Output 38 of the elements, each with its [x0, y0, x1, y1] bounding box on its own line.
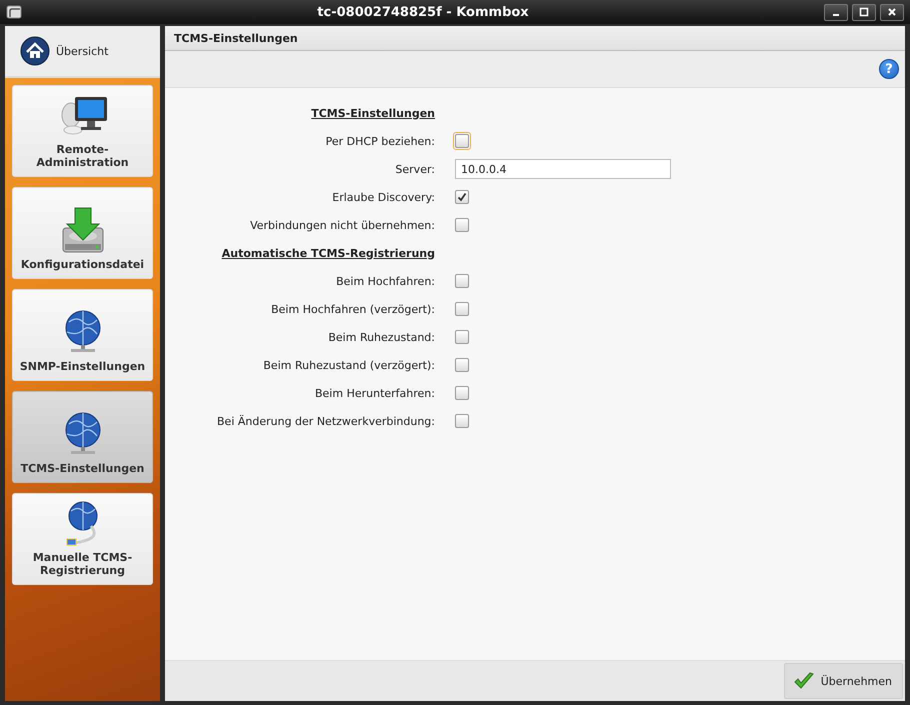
field-label: Verbindungen nicht übernehmen: — [249, 218, 435, 232]
apply-button[interactable]: Übernehmen — [784, 663, 903, 699]
field-label: Erlaube Discovery: — [331, 190, 435, 204]
panel-title: TCMS-Einstellungen — [165, 26, 905, 51]
field-label: Beim Ruhezustand (verzögert): — [262, 358, 435, 372]
field-label: Bei Änderung der Netzwerkverbindung: — [216, 414, 435, 428]
close-button[interactable] — [880, 4, 904, 20]
check-icon — [792, 671, 815, 691]
maximize-icon[interactable] — [858, 6, 870, 18]
sidebar-item[interactable]: TCMS-Einstellungen — [12, 391, 153, 483]
close-icon[interactable] — [886, 6, 898, 18]
home-icon — [20, 36, 50, 66]
window-title: tc-08002748825f - Kommbox — [316, 4, 530, 20]
input-field[interactable]: 10.0.0.4 — [455, 159, 671, 179]
sidebar-item[interactable]: SNMP-Einstellungen — [12, 289, 153, 381]
field-label: Beim Herunterfahren: — [314, 386, 435, 400]
field-label: Server: — [394, 162, 435, 176]
section-heading: TCMS-Einstellungen — [310, 106, 435, 120]
checkbox[interactable] — [455, 274, 469, 288]
checkbox[interactable] — [455, 302, 469, 316]
window-icon[interactable] — [6, 5, 22, 19]
field-label: Per DHCP beziehen: — [324, 134, 435, 148]
overview-button[interactable]: Übersicht — [5, 26, 160, 78]
field-label: Beim Hochfahren (verzögert): — [270, 302, 435, 316]
checkbox[interactable] — [455, 414, 469, 428]
checkbox[interactable] — [455, 358, 469, 372]
sidebar-item[interactable]: Konfigurationsdatei — [12, 187, 153, 279]
field-label: Beim Ruhezustand: — [327, 330, 435, 344]
sidebar-item[interactable]: Manuelle TCMS-Registrierung — [12, 493, 153, 585]
checkbox[interactable] — [455, 386, 469, 400]
field-label: Beim Hochfahren: — [335, 274, 435, 288]
checkbox[interactable] — [455, 190, 469, 204]
maximize-button[interactable] — [852, 4, 876, 20]
section-heading: Automatische TCMS-Registrierung — [220, 246, 435, 260]
minimize-button[interactable] — [824, 4, 848, 20]
sidebar-item[interactable]: Remote-Administration — [12, 85, 153, 177]
checkbox[interactable] — [455, 218, 469, 232]
checkbox[interactable] — [455, 330, 469, 344]
